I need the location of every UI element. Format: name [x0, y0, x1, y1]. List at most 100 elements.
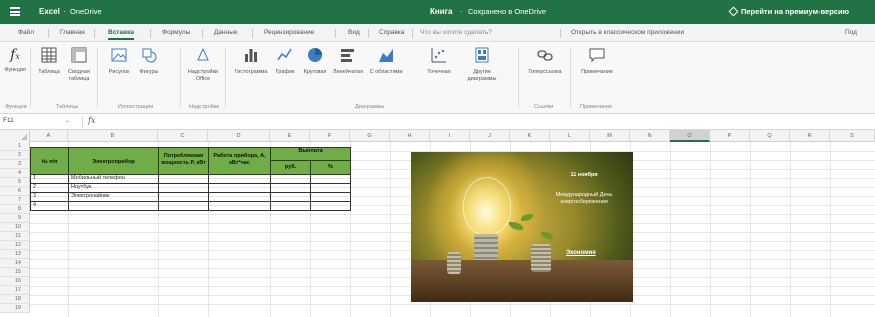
- column-header[interactable]: D: [208, 130, 270, 142]
- new-comment-button[interactable]: Примечание: [578, 46, 616, 76]
- pie-chart-button[interactable]: Круговая: [300, 46, 330, 76]
- insert-picture-button[interactable]: Рисунок: [104, 46, 134, 76]
- row-header[interactable]: 3: [0, 160, 30, 169]
- cell-device[interactable]: [68, 201, 159, 211]
- area-chart-button[interactable]: С областями: [368, 46, 404, 76]
- onedrive-link[interactable]: OneDrive: [70, 7, 102, 16]
- row-header[interactable]: 19: [0, 304, 30, 313]
- tab-file[interactable]: Файл: [18, 29, 34, 36]
- column-header[interactable]: A: [30, 130, 68, 142]
- spreadsheet-grid[interactable]: A B C D E F G H I J K L M N O P Q R S 1 …: [0, 130, 875, 317]
- column-header[interactable]: B: [68, 130, 158, 142]
- pie-chart-label: Круговая: [303, 69, 327, 75]
- group-label-charts: Диаграммы: [355, 104, 385, 110]
- column-header[interactable]: C: [158, 130, 208, 142]
- name-box[interactable]: F11 ⌄: [3, 117, 73, 128]
- tab-data[interactable]: Данные: [214, 29, 237, 36]
- header-payment-pct[interactable]: %: [310, 160, 351, 175]
- row-header[interactable]: 17: [0, 286, 30, 295]
- column-header[interactable]: L: [550, 130, 590, 142]
- chevron-down-icon[interactable]: ⌄: [65, 117, 70, 124]
- cell-empty[interactable]: [310, 201, 351, 211]
- tab-help[interactable]: Справка: [379, 29, 405, 36]
- column-header[interactable]: M: [590, 130, 630, 142]
- line-chart-label: График: [275, 69, 295, 75]
- bar-chart-icon: [245, 49, 257, 62]
- insert-function-icon[interactable]: fx: [88, 116, 95, 125]
- tab-insert[interactable]: Вставка: [108, 29, 134, 40]
- insert-shapes-button[interactable]: Фигуры: [134, 46, 164, 76]
- row-header[interactable]: 2: [0, 151, 30, 160]
- column-header[interactable]: S: [830, 130, 875, 142]
- title-separator: ·: [63, 7, 66, 16]
- other-charts-button[interactable]: Другие диаграммы: [462, 46, 502, 83]
- header-num[interactable]: № п/п: [30, 147, 69, 175]
- row-header[interactable]: 12: [0, 241, 30, 250]
- select-all-button[interactable]: [0, 130, 30, 142]
- scatter-chart-button[interactable]: Точечная: [424, 46, 454, 76]
- header-device[interactable]: Электроприбор: [68, 147, 159, 175]
- office-addins-button[interactable]: Надстройки Office: [186, 46, 220, 83]
- row-header[interactable]: 6: [0, 187, 30, 196]
- group-label-addins: Надстройки: [189, 104, 220, 110]
- column-header[interactable]: K: [510, 130, 550, 142]
- leaf-graphic: [521, 214, 533, 221]
- row-header[interactable]: 15: [0, 268, 30, 277]
- soil-graphic: [411, 260, 633, 302]
- insert-table-button[interactable]: Таблица: [36, 46, 62, 76]
- column-header[interactable]: J: [470, 130, 510, 142]
- row-header[interactable]: 1: [0, 142, 30, 151]
- row-header[interactable]: 18: [0, 295, 30, 304]
- app-name[interactable]: Excel: [39, 7, 60, 16]
- header-work[interactable]: Работа прибора, А, кВт*час: [208, 147, 271, 175]
- cell-empty[interactable]: [270, 201, 311, 211]
- embedded-image[interactable]: 11 ноября Международный День энергосбере…: [411, 152, 633, 302]
- cell-num[interactable]: 4: [30, 201, 69, 211]
- row-header[interactable]: 8: [0, 205, 30, 214]
- column-header[interactable]: H: [390, 130, 430, 142]
- row-header[interactable]: 13: [0, 250, 30, 259]
- row-header[interactable]: 14: [0, 259, 30, 268]
- cell-empty[interactable]: [208, 201, 271, 211]
- tab-home[interactable]: Главная: [60, 29, 85, 36]
- tab-view[interactable]: Вид: [348, 29, 360, 36]
- header-payment[interactable]: Выплата: [270, 147, 351, 161]
- line-chart-button[interactable]: График: [272, 46, 298, 76]
- header-payment-rub[interactable]: руб.: [270, 160, 311, 175]
- column-chart-button[interactable]: Гистограмма: [232, 46, 270, 76]
- share-button[interactable]: Под: [845, 29, 857, 36]
- open-desktop-app[interactable]: Открыть в классическом приложении: [571, 29, 684, 36]
- row-header[interactable]: 5: [0, 178, 30, 187]
- app-launcher-icon[interactable]: [10, 7, 20, 16]
- insert-function-button[interactable]: fx Функция: [3, 46, 27, 74]
- document-title[interactable]: Книга: [430, 7, 452, 16]
- tab-formulas[interactable]: Формулы: [162, 29, 190, 36]
- column-header[interactable]: I: [430, 130, 470, 142]
- column-header[interactable]: G: [350, 130, 390, 142]
- image-link[interactable]: Экономия: [566, 250, 596, 256]
- pivot-table-button[interactable]: Сводная таблица: [64, 46, 94, 83]
- row-header[interactable]: 9: [0, 214, 30, 223]
- tell-me-search[interactable]: Что вы хотите сделать?: [420, 29, 492, 36]
- column-header[interactable]: R: [790, 130, 830, 142]
- cell-empty[interactable]: [158, 201, 209, 211]
- bar-chart-button[interactable]: Линейчатая: [332, 46, 364, 76]
- row-header[interactable]: 16: [0, 277, 30, 286]
- column-header[interactable]: Q: [750, 130, 790, 142]
- coin-stack-graphic: [447, 252, 461, 274]
- row-header[interactable]: 10: [0, 223, 30, 232]
- column-header[interactable]: P: [710, 130, 750, 142]
- row-header[interactable]: 11: [0, 232, 30, 241]
- link-icon: [537, 50, 553, 61]
- column-header[interactable]: F: [310, 130, 350, 142]
- column-header-selected[interactable]: O: [670, 130, 710, 142]
- row-header[interactable]: 7: [0, 196, 30, 205]
- hyperlink-button[interactable]: Гиперссылка: [527, 46, 563, 76]
- premium-link[interactable]: Перейти на премиум-версию: [728, 6, 849, 17]
- tab-review[interactable]: Рецензирование: [264, 29, 314, 36]
- header-power[interactable]: Потребляемая мощность Р, кВт: [158, 147, 209, 175]
- column-header[interactable]: N: [630, 130, 670, 142]
- column-header[interactable]: E: [270, 130, 310, 142]
- image-date-text: 11 ноября: [570, 172, 598, 178]
- row-header[interactable]: 4: [0, 169, 30, 178]
